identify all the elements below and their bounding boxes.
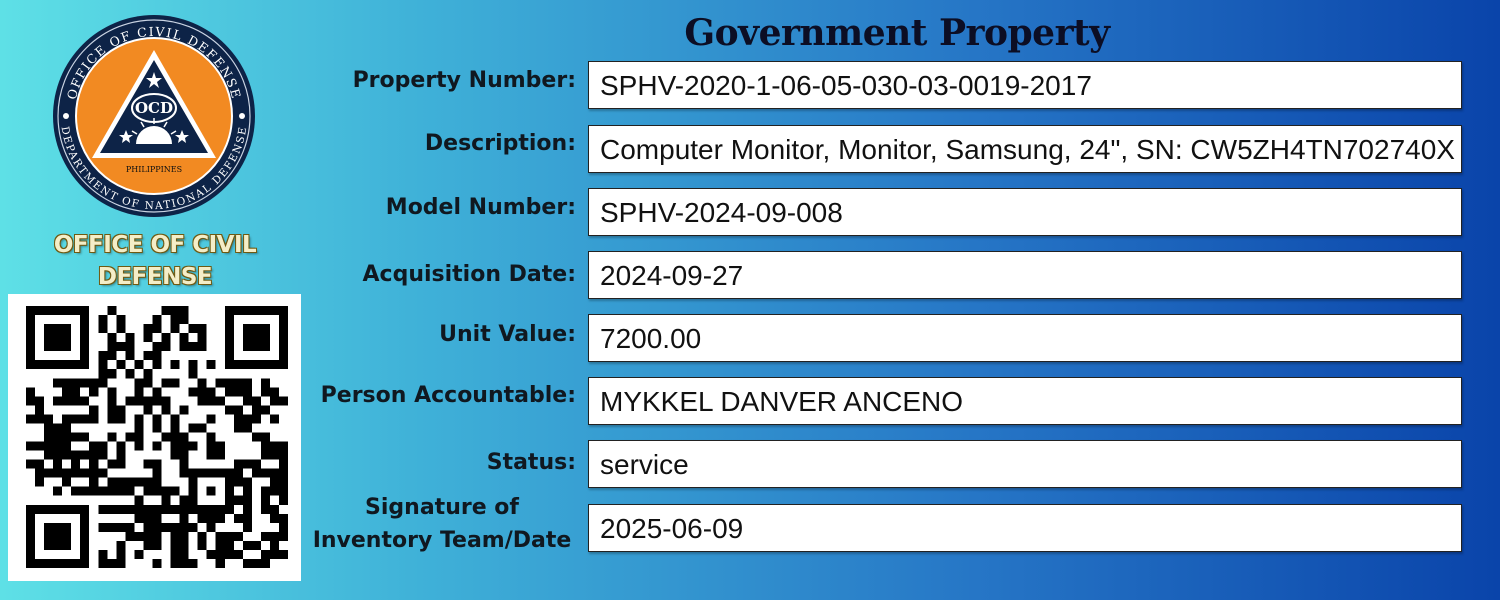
page-title: Government Property [684,12,1110,54]
qr-code-container [8,294,301,581]
signature-label-line1: Signature of [365,495,519,520]
org-name-line1: OFFICE OF CIVIL [53,232,257,258]
person-accountable-label: Person Accountable: [320,383,576,408]
property-number-field[interactable]: SPHV-2020-1-06-05-030-03-0019-2017 [588,61,1462,109]
model-number-field[interactable]: SPHV-2024-09-008 [588,188,1462,236]
qr-code-icon [26,306,288,568]
seal-country-text: PHILIPPINES [126,165,182,174]
organization-name: OFFICE OF CIVIL DEFENSE [10,229,300,293]
org-name-line2: DEFENSE [97,264,213,290]
unit-value-field[interactable]: 7200.00 [588,314,1462,362]
unit-value-label: Unit Value: [439,322,576,347]
model-number-label: Model Number: [385,195,576,220]
property-number-label: Property Number: [352,68,576,93]
seal-ocd-text: OCD [135,99,173,117]
person-accountable-field[interactable]: MYKKEL DANVER ANCENO [588,377,1462,425]
status-label: Status: [486,450,576,475]
signature-date-field[interactable]: 2025-06-09 [588,504,1462,552]
ocd-seal-logo: OFFICE OF CIVIL DEFENSE DEPARTMENT OF NA… [53,15,255,217]
description-field[interactable]: Computer Monitor, Monitor, Samsung, 24",… [588,125,1462,173]
acquisition-date-label: Acquisition Date: [362,262,577,287]
signature-label-line2: Inventory Team/Date [312,528,572,553]
acquisition-date-field[interactable]: 2024-09-27 [588,251,1462,299]
signature-label: Signature of Inventory Team/Date [307,491,577,557]
description-label: Description: [424,131,576,156]
status-field[interactable]: service [588,440,1462,488]
